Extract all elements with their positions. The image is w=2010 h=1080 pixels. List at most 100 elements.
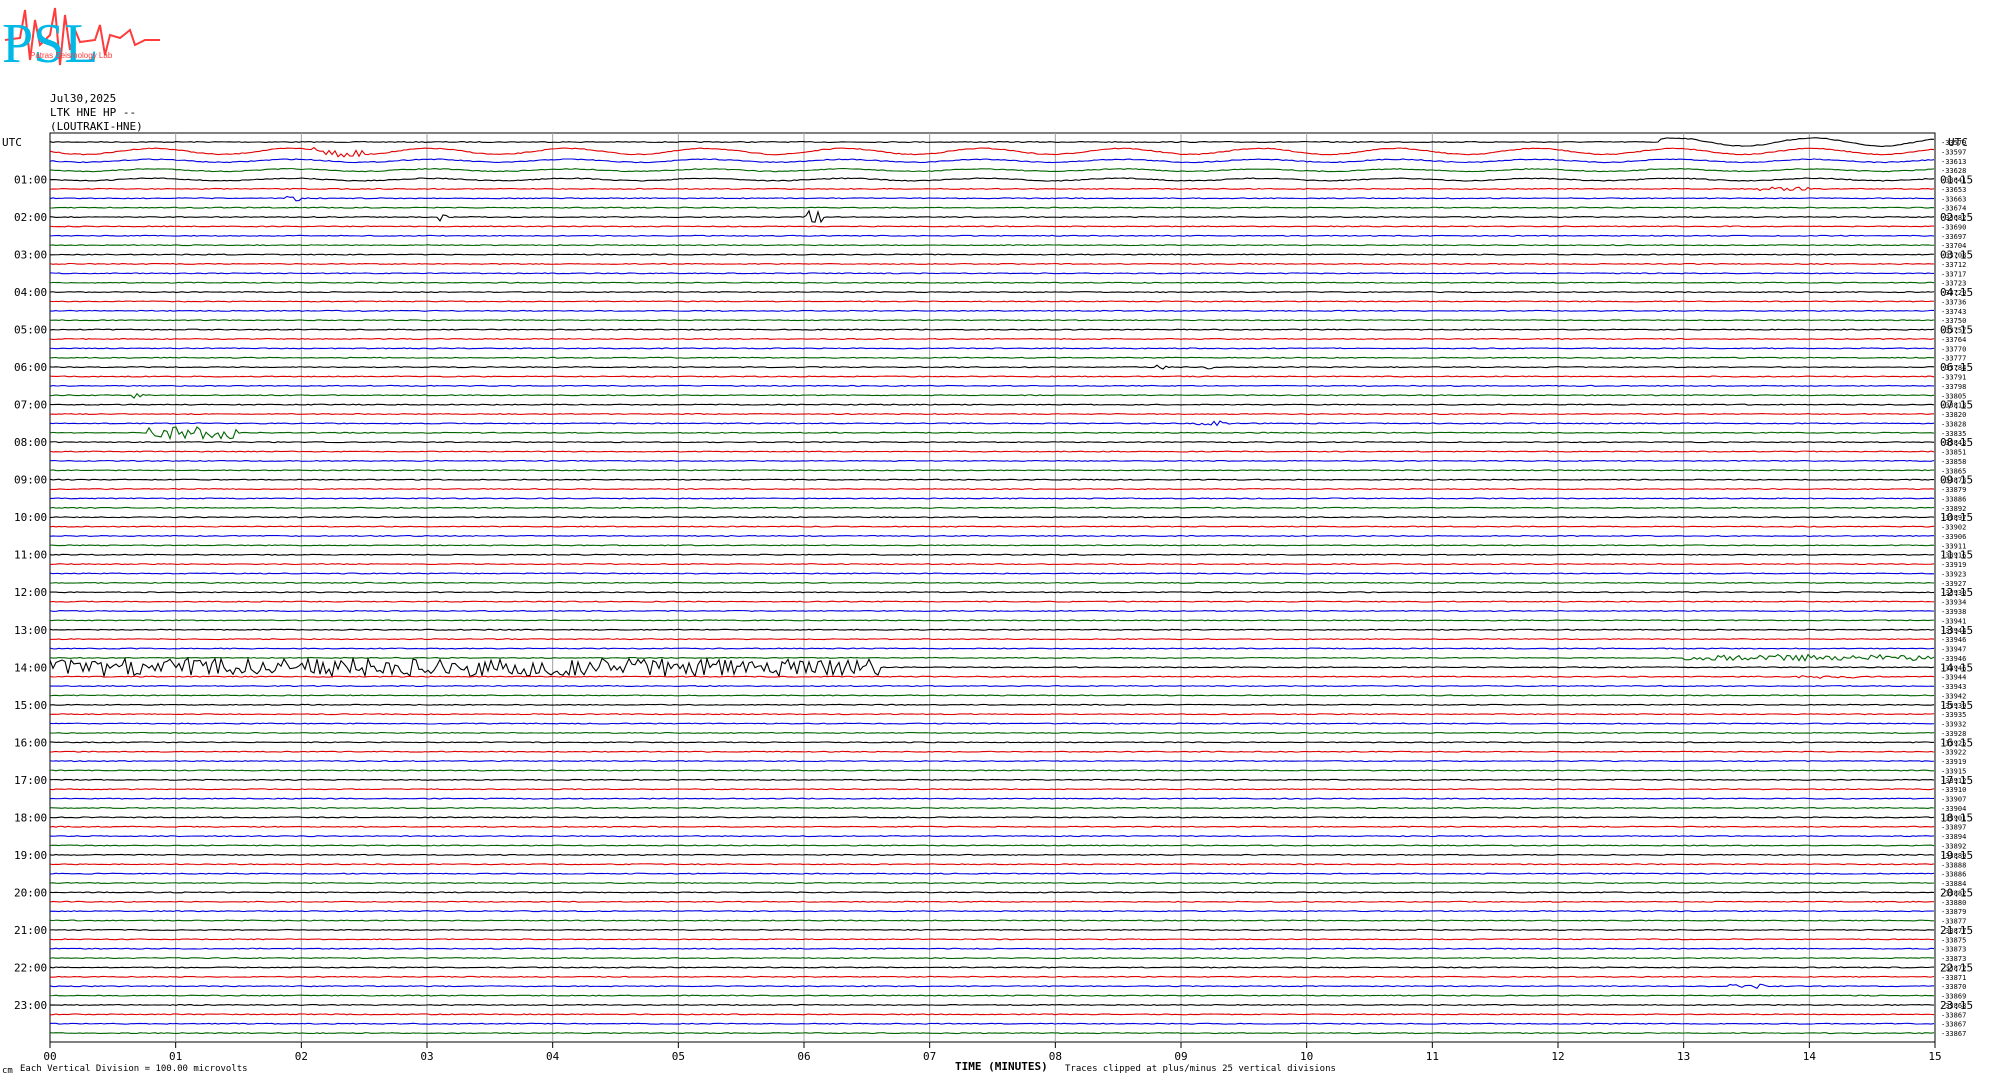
right-value-label: -33902 [1941, 524, 1966, 532]
right-value-label: -33663 [1941, 195, 1966, 203]
right-value-label: -33944 [1941, 674, 1966, 682]
trace-line [49, 195, 1935, 202]
right-value-label: -33879 [1941, 486, 1966, 494]
right-value-label: -33764 [1941, 336, 1966, 344]
right-value-label: -33828 [1941, 420, 1966, 428]
right-hour-label: 18:15 [1940, 811, 1973, 824]
trace-line [49, 234, 1935, 237]
trace-line [49, 525, 1935, 528]
trace-line [49, 638, 1935, 641]
right-value-label: -33873 [1941, 946, 1966, 954]
trace-line [49, 938, 1935, 941]
right-value-label: -33907 [1941, 796, 1966, 804]
right-hour-label: 03:15 [1940, 249, 1973, 262]
right-value-label: -33851 [1941, 449, 1966, 457]
right-hour-label: 22:15 [1940, 961, 1973, 974]
x-axis-label: TIME (MINUTES) [955, 1060, 1048, 1073]
right-hour-label: 08:15 [1940, 436, 1973, 449]
right-hour-label: 19:15 [1940, 849, 1973, 862]
left-hour-label: 07:00 [14, 399, 47, 412]
left-hour-label: 10:00 [14, 511, 47, 524]
right-value-label: -33919 [1941, 758, 1966, 766]
trace-line [49, 760, 1935, 763]
right-value-label: -33922 [1941, 749, 1966, 757]
x-tick-label: 14 [1803, 1050, 1817, 1063]
trace-line [49, 403, 1935, 406]
trace-line [49, 572, 1935, 575]
trace-line [49, 158, 1935, 164]
trace-line [49, 975, 1935, 978]
x-tick-label: 00 [43, 1050, 56, 1063]
trace-line [49, 291, 1935, 294]
right-hour-label: 10:15 [1940, 511, 1973, 524]
trace-line [49, 206, 1935, 209]
right-value-label: -33867 [1941, 1021, 1966, 1029]
trace-line [49, 900, 1935, 903]
trace-line [49, 364, 1935, 370]
left-hour-label: 05:00 [14, 324, 47, 337]
trace-line [49, 741, 1935, 744]
right-hour-label: 07:15 [1940, 399, 1973, 412]
right-value-label: -33879 [1941, 908, 1966, 916]
trace-line [49, 459, 1935, 462]
trace-line [49, 384, 1935, 387]
trace-line [49, 262, 1935, 265]
trace-line [49, 863, 1935, 866]
right-value-label: -33867 [1941, 1030, 1966, 1038]
right-hour-label: 11:15 [1940, 549, 1973, 562]
trace-line [49, 983, 1935, 989]
trace-line [49, 337, 1935, 340]
left-hour-label: 01:00 [14, 174, 47, 187]
left-hour-label: 13:00 [14, 624, 47, 637]
right-value-label: -33919 [1941, 561, 1966, 569]
right-value-label: -33791 [1941, 374, 1966, 382]
x-tick-label: 08 [1049, 1050, 1062, 1063]
trace-line [49, 1032, 1935, 1035]
helicorder-plot: 00 01 02 03 04 05 06 07 08 09 10 11 12 13 14 15-33579-3… [2, 132, 1973, 1063]
left-hour-label: 02:00 [14, 211, 47, 224]
trace-line [49, 825, 1935, 828]
x-tick-label: 06 [797, 1050, 810, 1063]
trace-line [49, 919, 1935, 922]
trace-line [49, 478, 1935, 481]
trace-line [49, 844, 1935, 847]
left-hour-label: 20:00 [14, 886, 47, 899]
trace-line [49, 309, 1935, 312]
x-tick-label: 07 [923, 1050, 936, 1063]
right-value-label: -33867 [1941, 1011, 1966, 1019]
right-value-label: -33880 [1941, 899, 1966, 907]
trace-line [49, 647, 1935, 650]
trace-line [49, 328, 1935, 331]
trace-line [49, 872, 1935, 875]
trace-line [49, 722, 1935, 725]
footer-clip-note: Traces clipped at plus/minus 25 vertical… [1065, 1064, 1336, 1074]
right-hour-label: 04:15 [1940, 286, 1973, 299]
right-value-label: -33886 [1941, 871, 1966, 879]
x-tick-label: 03 [420, 1050, 433, 1063]
right-value-label: -33871 [1941, 974, 1966, 982]
right-value-label: -33690 [1941, 223, 1966, 231]
right-value-label: -33697 [1941, 233, 1966, 241]
right-value-label: -33946 [1941, 636, 1966, 644]
trace-line [49, 506, 1935, 509]
right-value-label: -33743 [1941, 308, 1966, 316]
trace-line [49, 797, 1935, 800]
left-utc-label: UTC [2, 136, 22, 149]
right-value-label: -33875 [1941, 936, 1966, 944]
trace-line [49, 281, 1935, 284]
left-hour-label: 18:00 [14, 811, 47, 824]
right-hour-label: 14:15 [1940, 661, 1973, 674]
x-tick-label: 13 [1677, 1050, 1690, 1063]
trace-line [49, 713, 1935, 716]
right-hour-label: 20:15 [1940, 886, 1973, 899]
trace-line [49, 628, 1935, 631]
trace-line [49, 426, 1935, 441]
left-hour-label: 14:00 [14, 661, 47, 674]
left-hour-label: 03:00 [14, 249, 47, 262]
trace-line [49, 137, 1935, 147]
left-hour-label: 23:00 [14, 999, 47, 1012]
x-tick-label: 11 [1426, 1050, 1439, 1063]
trace-line [49, 731, 1935, 734]
trace-line [49, 853, 1935, 856]
trace-line [49, 167, 1935, 173]
